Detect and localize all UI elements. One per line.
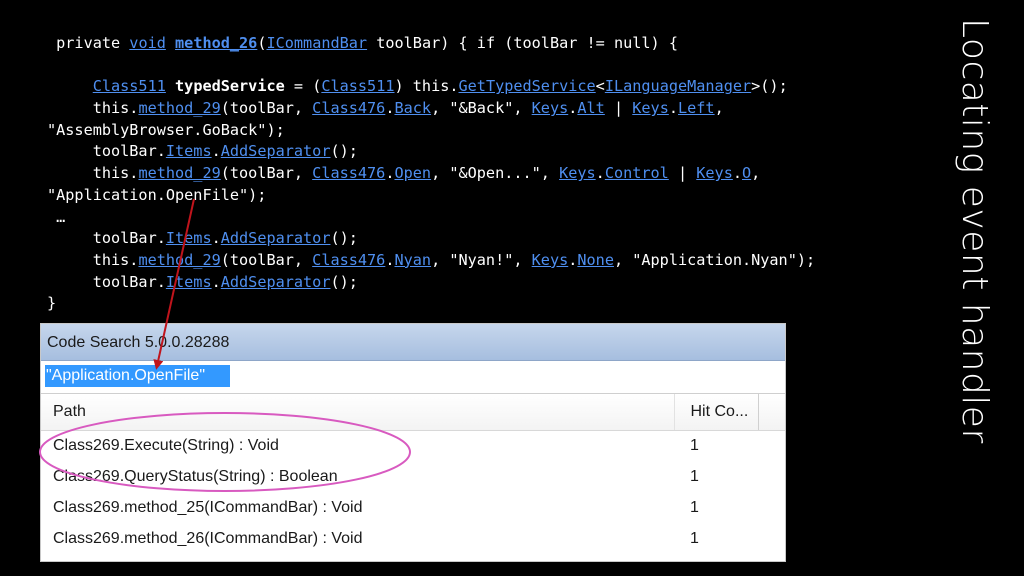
- annotation-arrow: [153, 198, 195, 370]
- annotation-overlay: [39, 198, 411, 492]
- highlight-ellipse: [39, 412, 411, 492]
